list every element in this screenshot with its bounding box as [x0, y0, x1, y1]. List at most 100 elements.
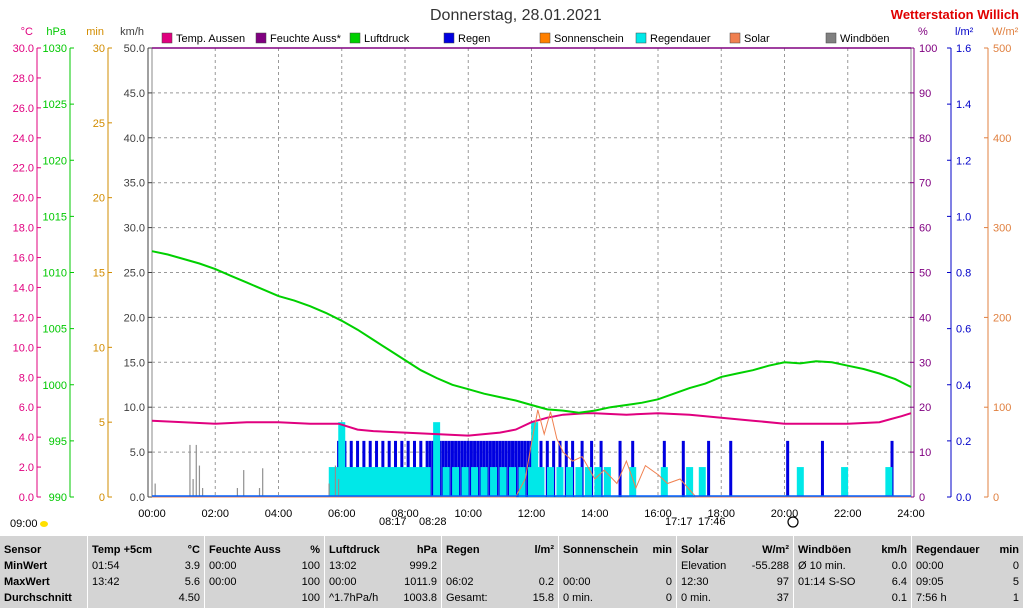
stats-column-unit: min	[652, 544, 672, 556]
regendauer-bar	[698, 467, 706, 497]
stats-row: Ø 10 min. 0.0	[794, 558, 911, 574]
x-tick-label: 22:00	[834, 508, 862, 520]
axis-tick-label-left-2: 15	[93, 268, 105, 280]
stats-row: 00:00 100	[205, 574, 324, 590]
axis-tick-label-left-0: 24.0	[13, 133, 34, 145]
sun-icon	[40, 521, 48, 527]
axis-tick-label-left-1: 1005	[43, 324, 67, 336]
legend-label-1: Feuchte Auss*	[270, 33, 342, 45]
stats-time: 13:42	[92, 576, 120, 588]
label-min: MinWert	[4, 560, 48, 572]
regendauer-bar	[556, 467, 564, 497]
axis-tick-label-left-3: 40.0	[124, 133, 145, 145]
axis-tick-label-right-2: 300	[993, 223, 1011, 235]
weather-chart: Donnerstag, 28.01.2021 Wetterstation Will…	[10, 7, 1019, 530]
regendauer-bar	[385, 467, 393, 497]
stats-time: 0 min.	[563, 592, 593, 604]
stats-column-unit: °C	[187, 544, 200, 556]
stats-row: 0 min. 37	[677, 590, 793, 606]
marker-time-2: 08:28	[419, 516, 447, 528]
axis-tick-label-right-0: 60	[919, 223, 931, 235]
stats-value: 15.8	[532, 592, 554, 604]
axis-tick-label-right-1: 1.0	[956, 211, 971, 223]
x-tick-label: 04:00	[265, 508, 293, 520]
axis-tick-label-left-0: 20.0	[13, 193, 34, 205]
stats-row: 00:00 100	[205, 558, 324, 574]
stats-row: ^1.7hPa/h 1003.8	[325, 590, 441, 606]
axis-tick-label-left-1: 1010	[43, 268, 67, 280]
chart-title: Donnerstag, 28.01.2021	[430, 7, 602, 24]
axis-tick-label-right-0: 70	[919, 178, 931, 190]
regendauer-bar	[379, 467, 387, 497]
axis-tick-label-right-1: 1.2	[956, 155, 971, 167]
marker-time-0: 09:00	[10, 518, 38, 530]
axis-unit-left-2: min	[86, 26, 104, 38]
stats-column-title: Sonnenschein	[563, 544, 639, 556]
stats-time: 00:00	[209, 560, 237, 572]
regen-bar	[729, 440, 733, 497]
stats-column: Windböen km/h Ø 10 min. 0.0 01:14 S-SO 6.4 0.1	[794, 536, 912, 608]
legend-label-5: Regendauer	[650, 33, 711, 45]
axis-tick-label-left-3: 35.0	[124, 178, 145, 190]
stats-row: 13:42 5.6	[88, 574, 204, 590]
legend-label-0: Temp. Aussen	[176, 33, 245, 45]
stats-value: 5	[1012, 576, 1019, 588]
x-tick-label: 20:00	[771, 508, 799, 520]
stats-value: 37	[776, 592, 789, 604]
axis-tick-label-right-0: 0	[919, 492, 925, 504]
stats-time: ^1.7hPa/h	[329, 592, 379, 604]
axis-unit-left-3: km/h	[120, 26, 144, 38]
legend-label-2: Luftdruck	[364, 33, 410, 45]
stats-column: Sonnenschein min 00:00 0 0 min. 0	[559, 536, 677, 608]
legend-label-7: Windböen	[840, 33, 890, 45]
regendauer-bar	[328, 467, 336, 497]
stats-value: 6.4	[891, 576, 907, 588]
axis-tick-label-right-0: 80	[919, 133, 931, 145]
axis-tick-label-left-3: 15.0	[124, 357, 145, 369]
stats-time: 06:02	[446, 576, 474, 588]
stats-row: 4.50	[88, 590, 204, 606]
statistics-panel: Sensor MinWert MaxWert Durchschnitt Temp…	[0, 536, 1024, 608]
axis-tick-label-left-0: 10.0	[13, 342, 34, 354]
axis-tick-label-left-0: 26.0	[13, 103, 34, 115]
regendauer-bar	[796, 467, 804, 497]
legend-swatch-6	[729, 32, 741, 44]
stats-value: -55.288	[751, 560, 789, 572]
x-tick-label: 14:00	[581, 508, 609, 520]
stats-value: 1011.9	[404, 576, 437, 588]
axis-tick-label-left-2: 0	[99, 492, 105, 504]
x-tick-label: 00:00	[138, 508, 166, 520]
regendauer-bar	[537, 467, 545, 497]
legend-swatch-4	[539, 32, 551, 44]
axis-tick-label-left-3: 45.0	[124, 88, 145, 100]
regendauer-bar	[404, 467, 412, 497]
stats-time: 7:56 h	[916, 592, 947, 604]
regendauer-bar	[480, 467, 488, 497]
axis-tick-label-right-1: 1.4	[956, 99, 971, 111]
regendauer-bar	[347, 467, 355, 497]
legend-label-4: Sonnenschein	[554, 33, 624, 45]
axis-tick-label-left-2: 20	[93, 193, 105, 205]
axis-tick-label-left-3: 5.0	[130, 447, 145, 459]
stats-time: 00:00	[916, 560, 944, 572]
axis-unit-left-1: hPa	[46, 26, 66, 38]
axis-tick-label-left-2: 10	[93, 342, 105, 354]
regendauer-bar	[518, 467, 526, 497]
axis-tick-label-left-0: 28.0	[13, 73, 34, 85]
stats-time: Ø 10 min.	[798, 560, 846, 572]
axis-tick-label-right-1: 0.2	[956, 436, 971, 448]
stats-value: 0.0	[891, 560, 907, 572]
stats-column: Temp +5cm °C 01:54 3.9 13:42 5.6 4.50	[88, 536, 205, 608]
marker-time-4: 17:46	[698, 516, 726, 528]
regendauer-bar	[471, 467, 479, 497]
regendauer-bar	[410, 467, 418, 497]
stats-value: 3.9	[184, 560, 200, 572]
stats-row: 09:05 5	[912, 574, 1023, 590]
axis-tick-label-left-0: 16.0	[13, 253, 34, 265]
regendauer-bar	[499, 467, 507, 497]
stats-value: 100	[301, 592, 320, 604]
stats-value: 5.6	[184, 576, 200, 588]
stats-column-unit: km/h	[881, 544, 907, 556]
axis-tick-label-left-3: 10.0	[124, 402, 145, 414]
axis-tick-label-right-0: 40	[919, 312, 931, 324]
